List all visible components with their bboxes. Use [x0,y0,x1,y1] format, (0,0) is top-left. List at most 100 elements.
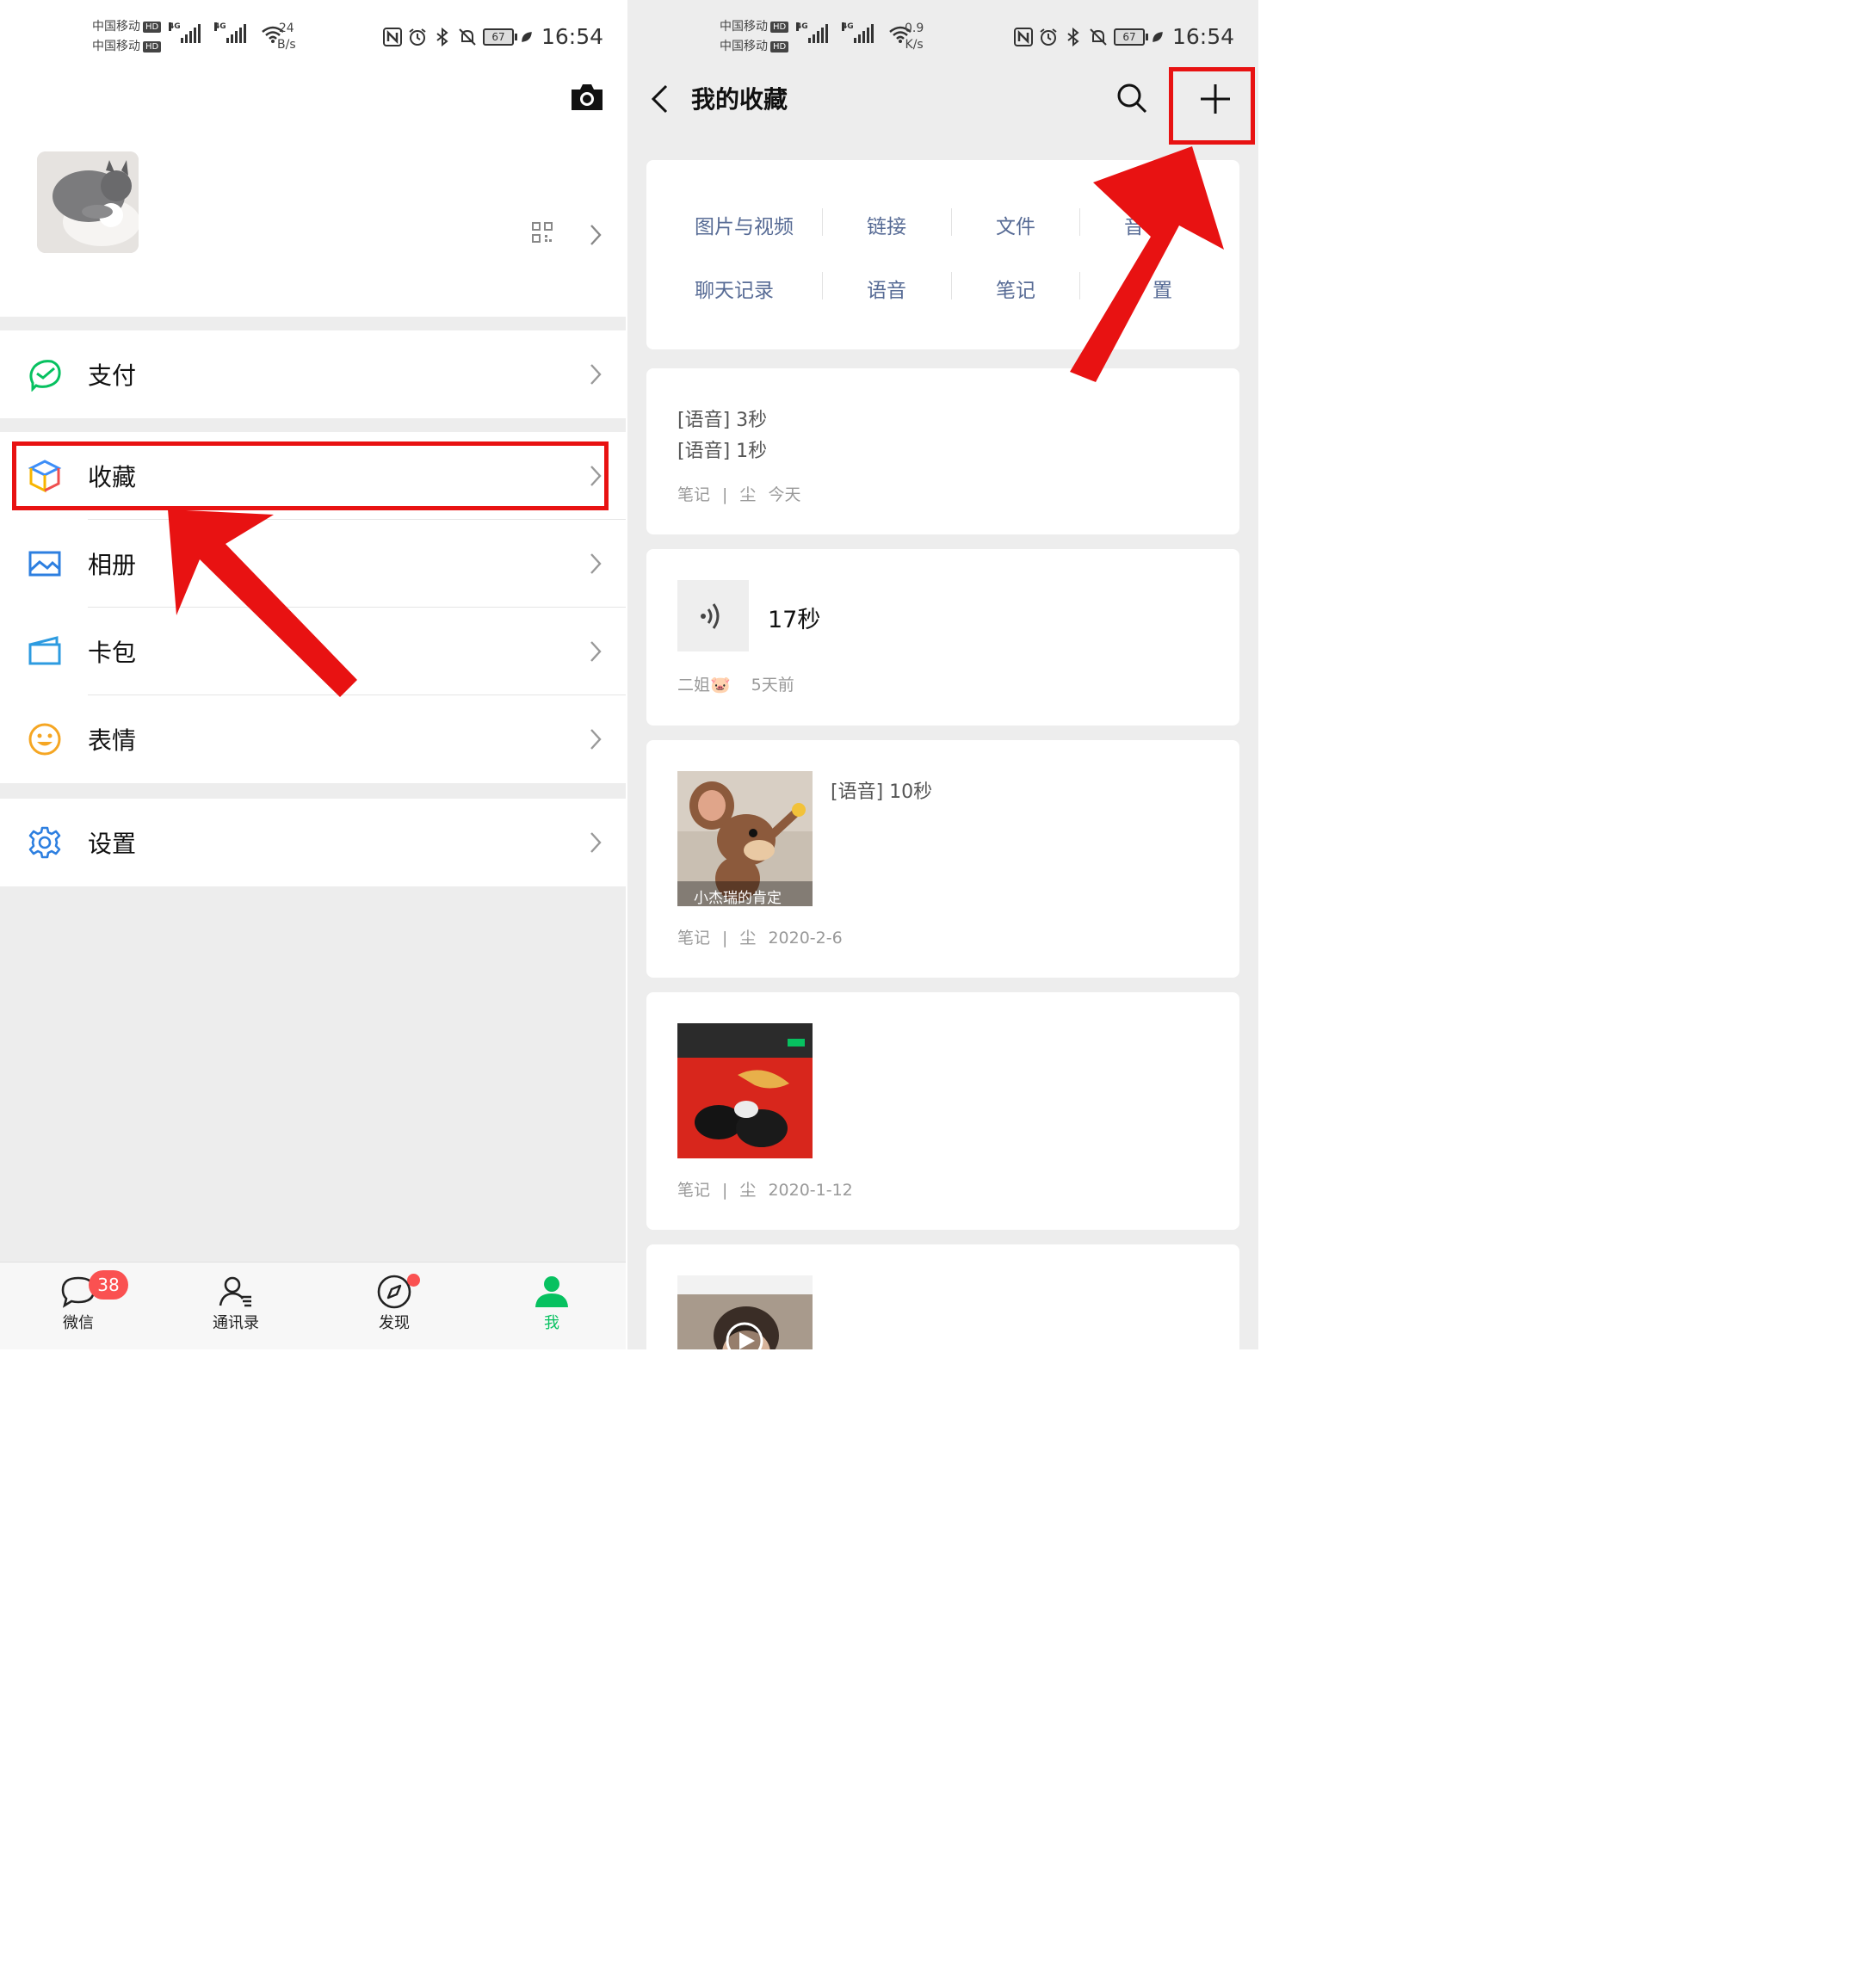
nav-bar: 我的收藏 [627,74,1258,136]
item-text: [语音] 10秒 [831,781,933,803]
item-source: 尘 [739,929,757,948]
hd-badge: HD [143,41,162,52]
hd-badge: HD [770,22,789,33]
voice-duration: 17秒 [768,607,821,633]
leaf-icon [1153,31,1163,42]
mute-icon [1090,28,1107,46]
nfc-icon [382,27,402,46]
divider [1079,208,1080,236]
qr-code-icon[interactable] [532,222,553,243]
alarm-icon [1040,28,1057,46]
menu-label: 表情 [88,726,137,755]
highlight-box-add-button [1169,67,1255,145]
menu-item-stickers[interactable]: 表情 [0,695,627,783]
unread-badge: 38 [89,1270,128,1300]
divider [951,208,952,236]
menu-item-album[interactable]: 相册 [0,520,627,608]
card-wallet-icon [28,636,61,665]
smiley-icon [28,723,61,756]
divider [822,272,823,299]
chevron-right-icon [590,641,602,662]
menu-item-cards[interactable]: 卡包 [0,608,627,695]
search-icon[interactable] [1116,83,1147,114]
category-files[interactable]: 文件 [996,210,1035,239]
divider [1079,272,1080,299]
tab-discover[interactable]: 发现 [355,1273,433,1333]
chevron-right-icon [590,225,602,245]
nfc-icon [1013,27,1033,46]
system-icons: 67 16:54 [382,24,603,49]
menu-label: 支付 [88,361,137,390]
favorite-item[interactable]: 小杰瑞的肯定 [语音] 10秒 笔记 | 尘 2020-2-6 [646,740,1239,978]
tab-me[interactable]: 我 [513,1273,590,1333]
item-text: [语音] 1秒 [677,441,768,462]
category-filter-card: 图片与视频 链接 文件 音 聊天记录 语音 笔记 置 [646,160,1239,349]
signal-icon: 4G [214,22,246,43]
menu-item-settings[interactable]: 设置 [0,799,627,886]
favorite-item[interactable]: 笔记 | 尘 2020-1-12 [646,992,1239,1230]
jerry-image: 小杰瑞的肯定 [677,771,813,906]
meta-separator: | [722,1181,728,1200]
carrier-name: 中国移动 [720,20,768,34]
wallet-check-icon [29,360,61,392]
network-speed: 0.9 K/s [905,22,924,52]
back-arrow-icon[interactable] [650,84,669,114]
signal-icon: 4G [796,22,828,43]
category-music[interactable]: 音 [1124,210,1144,239]
item-meta: 笔记 | 尘 2020-1-12 [677,1177,865,1201]
person-icon [535,1276,568,1307]
carrier-info: 中国移动 HD 中国移动 HD [92,17,162,57]
category-chat-history[interactable]: 聊天记录 [695,274,774,303]
category-voice[interactable]: 语音 [867,274,906,303]
item-tag: 笔记 [677,929,711,948]
category-images-videos[interactable]: 图片与视频 [695,210,794,239]
signal-icon: 4G [842,22,874,43]
status-bar: 中国移动 HD 中国移动 HD 4G 4G 0.9 K/s 67 16:54 [627,0,1258,74]
contacts-icon [219,1276,251,1307]
category-location[interactable]: 置 [1153,274,1172,303]
voice-thumbnail [677,580,749,651]
item-meta: 笔记 | 尘 2020-2-6 [677,925,855,948]
favorite-item[interactable]: [语音] 3秒 [语音] 1秒 笔记 | 尘今天 [646,368,1239,534]
menu-group-pay: 支付 [0,330,627,418]
item-text: [语音] 3秒 [677,410,768,431]
voice-icon [701,603,720,629]
item-date: 2020-2-6 [768,929,843,948]
video-thumbnail [677,1275,813,1349]
category-links[interactable]: 链接 [867,210,906,239]
tab-contacts[interactable]: 通讯录 [197,1273,275,1333]
my-favorites-screen: 中国移动 HD 中国移动 HD 4G 4G 0.9 K/s 67 16:54 我的收藏… [627,0,1258,1349]
image-icon [28,551,61,577]
category-notes[interactable]: 笔记 [996,274,1035,303]
item-meta: 二姐🐷 5天前 [677,672,806,695]
favorite-item[interactable]: 17秒 二姐🐷 5天前 [646,549,1239,725]
camera-icon[interactable] [570,83,604,112]
profile-header[interactable] [0,74,627,317]
favorite-item[interactable] [646,1244,1239,1349]
notification-dot [407,1274,420,1287]
meta-separator: | [722,929,728,948]
chevron-right-icon [590,553,602,574]
bluetooth-icon [436,27,448,46]
carrier-info: 中国移动 HD 中国移动 HD [720,17,789,57]
menu-item-pay[interactable]: 支付 [0,330,627,418]
meta-separator: | [722,485,728,504]
menu-group-settings: 设置 [0,799,627,886]
carrier-name: 中国移动 [92,20,140,34]
leaf-icon [522,31,532,42]
item-source: 尘 [739,1181,757,1200]
chevron-right-icon [590,364,602,385]
network-speed: 24 B/s [277,22,296,52]
avatar[interactable] [37,151,139,253]
signal-icons: 4G 4G [796,22,912,43]
item-date: 今天 [768,485,801,504]
page-title: 我的收藏 [691,85,788,114]
battery-indicator: 67 [1113,28,1148,46]
menu-label: 相册 [88,551,137,579]
divider [822,208,823,236]
divider [951,272,952,299]
menu-label: 卡包 [88,639,137,667]
hd-badge: HD [143,22,162,33]
battery-indicator: 67 [482,28,517,46]
item-source: 二姐🐷 [677,676,731,695]
